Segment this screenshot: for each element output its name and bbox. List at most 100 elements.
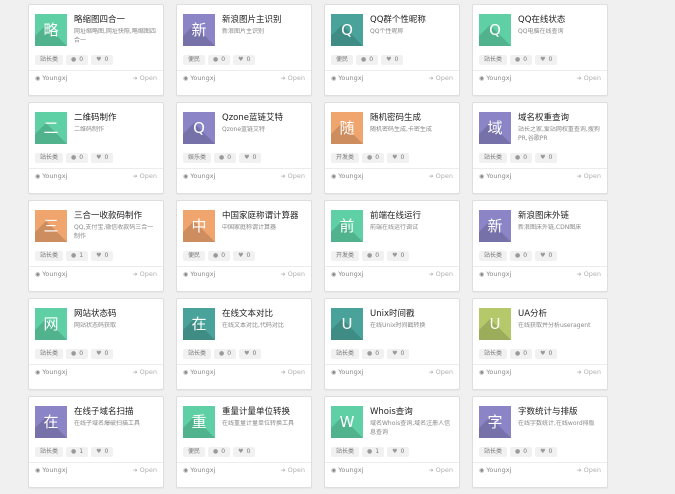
category-tag[interactable]: 站长类 bbox=[35, 55, 64, 65]
category-tag[interactable]: 便民 bbox=[183, 251, 206, 261]
open-button[interactable]: ➜ Open bbox=[133, 368, 157, 376]
tool-card[interactable]: U Unix时间戳 在线Unix时间戳转换 站长类 ● 0 ♥ 0 ◉ Youngxj… bbox=[324, 298, 460, 390]
tool-title[interactable]: 略缩图四合一 bbox=[74, 13, 159, 25]
tool-card[interactable]: 网 网站状态码 网站状态码获取 站长类 ● 0 ♥ 0 ◉ Youngxj ➜ Open bbox=[28, 298, 164, 390]
open-button[interactable]: ➜ Open bbox=[577, 172, 601, 180]
likes-count[interactable]: ♥ 0 bbox=[239, 349, 262, 359]
likes-count[interactable]: ♥ 0 bbox=[387, 447, 410, 457]
likes-count[interactable]: ♥ 0 bbox=[91, 153, 114, 163]
tool-card[interactable]: 在 在线子域名扫描 在线子域名爆破扫描工具 站长类 ● 1 ♥ 0 ◉ Youngxj… bbox=[28, 396, 164, 488]
tool-title[interactable]: UA分析 bbox=[518, 307, 603, 319]
tool-title[interactable]: 重量计量单位转换 bbox=[222, 405, 307, 417]
open-button[interactable]: ➜ Open bbox=[281, 270, 305, 278]
tool-card[interactable]: 新 新浪图床外链 新浪图床外链,CDN图床 站长类 ● 0 ♥ 0 ◉ Youngxj… bbox=[472, 200, 608, 292]
tool-title[interactable]: 在线子域名扫描 bbox=[74, 405, 159, 417]
likes-count[interactable]: ♥ 0 bbox=[233, 55, 256, 65]
category-tag[interactable]: 娱乐类 bbox=[183, 153, 212, 163]
category-tag[interactable]: 站长类 bbox=[479, 251, 508, 261]
tool-card[interactable]: 重 重量计量单位转换 在线重量计量单位转换工具 便民 ● 0 ♥ 0 ◉ Youngx… bbox=[176, 396, 312, 488]
tool-title[interactable]: 前端在线运行 bbox=[370, 209, 455, 221]
likes-count[interactable]: ♥ 0 bbox=[387, 251, 410, 261]
category-tag[interactable]: 站长类 bbox=[35, 153, 64, 163]
tool-title[interactable]: 网站状态码 bbox=[74, 307, 159, 319]
tool-title[interactable]: 字数统计与排版 bbox=[518, 405, 603, 417]
open-button[interactable]: ➜ Open bbox=[281, 466, 305, 474]
category-tag[interactable]: 站长类 bbox=[479, 447, 508, 457]
open-button[interactable]: ➜ Open bbox=[281, 74, 305, 82]
open-button[interactable]: ➜ Open bbox=[429, 270, 453, 278]
tool-title[interactable]: 在线文本对比 bbox=[222, 307, 307, 319]
category-tag[interactable]: 便民 bbox=[331, 55, 354, 65]
category-tag[interactable]: 站长类 bbox=[331, 447, 360, 457]
tool-card[interactable]: 略 略缩图四合一 网址缩略图,网址快照,略缩图四合一 站长类 ● 0 ♥ 0 ◉ Yo… bbox=[28, 4, 164, 96]
tool-card[interactable]: Q QQ群个性昵称 QQ个性昵称 便民 ● 0 ♥ 0 ◉ Youngxj ➜ Open bbox=[324, 4, 460, 96]
open-button[interactable]: ➜ Open bbox=[133, 466, 157, 474]
tool-title[interactable]: 二维码制作 bbox=[74, 111, 159, 123]
open-button[interactable]: ➜ Open bbox=[577, 466, 601, 474]
tool-title[interactable]: QQ群个性昵称 bbox=[370, 13, 455, 25]
tool-title[interactable]: 新浪图片主识别 bbox=[222, 13, 307, 25]
tool-title[interactable]: QQ在线状态 bbox=[518, 13, 603, 25]
category-tag[interactable]: 便民 bbox=[183, 55, 206, 65]
tool-card[interactable]: 域 域名权重查询 站长之家,爱站网权重查询,搜狗PR,谷歌PR 站长类 ● 0 ♥… bbox=[472, 102, 608, 194]
open-button[interactable]: ➜ Open bbox=[429, 172, 453, 180]
category-tag[interactable]: 站长类 bbox=[479, 153, 508, 163]
likes-count[interactable]: ♥ 0 bbox=[387, 153, 410, 163]
tool-title[interactable]: 域名权重查询 bbox=[518, 111, 603, 123]
likes-count[interactable]: ♥ 0 bbox=[91, 447, 114, 457]
category-tag[interactable]: 开发类 bbox=[331, 153, 360, 163]
likes-count[interactable]: ♥ 0 bbox=[233, 447, 256, 457]
category-tag[interactable]: 站长类 bbox=[479, 349, 508, 359]
tool-title[interactable]: Unix时间戳 bbox=[370, 307, 455, 319]
likes-count[interactable]: ♥ 0 bbox=[387, 349, 410, 359]
category-tag[interactable]: 站长类 bbox=[35, 251, 64, 261]
tool-title[interactable]: 随机密码生成 bbox=[370, 111, 455, 123]
open-button[interactable]: ➜ Open bbox=[281, 368, 305, 376]
tool-title[interactable]: Qzone蓝链艾特 bbox=[222, 111, 307, 123]
tool-card[interactable]: W Whois查询 域名Whois查询,域名注册人信息查询 站长类 ● 1 ♥ 0 … bbox=[324, 396, 460, 488]
likes-count[interactable]: ♥ 0 bbox=[535, 153, 558, 163]
likes-count[interactable]: ♥ 0 bbox=[535, 349, 558, 359]
open-button[interactable]: ➜ Open bbox=[133, 172, 157, 180]
likes-count[interactable]: ♥ 0 bbox=[535, 251, 558, 261]
tool-card[interactable]: 在 在线文本对比 在线文本对比,代码对比 站长类 ● 0 ♥ 0 ◉ Youngxj … bbox=[176, 298, 312, 390]
category-tag[interactable]: 站长类 bbox=[479, 55, 508, 65]
tool-card[interactable]: U UA分析 在线获取并分析useragent 站长类 ● 0 ♥ 0 ◉ Young… bbox=[472, 298, 608, 390]
tool-title[interactable]: 中国家庭称谓计算器 bbox=[222, 209, 307, 221]
category-tag[interactable]: 站长类 bbox=[35, 447, 64, 457]
likes-count[interactable]: ♥ 0 bbox=[535, 447, 558, 457]
tool-card[interactable]: 三 三合一收款码制作 QQ,支付宝,微信收款码三合一制作 站长类 ● 1 ♥ 0 ◉… bbox=[28, 200, 164, 292]
category-tag[interactable]: 站长类 bbox=[331, 349, 360, 359]
likes-count[interactable]: ♥ 0 bbox=[91, 349, 114, 359]
open-button[interactable]: ➜ Open bbox=[281, 172, 305, 180]
open-button[interactable]: ➜ Open bbox=[429, 368, 453, 376]
likes-count[interactable]: ♥ 0 bbox=[91, 55, 114, 65]
likes-count[interactable]: ♥ 0 bbox=[535, 55, 558, 65]
likes-count[interactable]: ♥ 0 bbox=[91, 251, 114, 261]
tool-card[interactable]: 随 随机密码生成 随机密码生成,卡密生成 开发类 ● 0 ♥ 0 ◉ Youngxj … bbox=[324, 102, 460, 194]
category-tag[interactable]: 开发类 bbox=[331, 251, 360, 261]
open-button[interactable]: ➜ Open bbox=[577, 74, 601, 82]
likes-count[interactable]: ♥ 0 bbox=[239, 153, 262, 163]
tool-title[interactable]: 新浪图床外链 bbox=[518, 209, 603, 221]
open-button[interactable]: ➜ Open bbox=[429, 466, 453, 474]
tool-title[interactable]: 三合一收款码制作 bbox=[74, 209, 159, 221]
tool-card[interactable]: Q Qzone蓝链艾特 Qzone蓝链艾特 娱乐类 ● 0 ♥ 0 ◉ Youngxj… bbox=[176, 102, 312, 194]
category-tag[interactable]: 便民 bbox=[183, 447, 206, 457]
open-button[interactable]: ➜ Open bbox=[577, 368, 601, 376]
open-button[interactable]: ➜ Open bbox=[133, 270, 157, 278]
open-button[interactable]: ➜ Open bbox=[133, 74, 157, 82]
tool-card[interactable]: 前 前端在线运行 前端在线运行调试 开发类 ● 0 ♥ 0 ◉ Youngxj ➜ Op… bbox=[324, 200, 460, 292]
tool-card[interactable]: 新 新浪图片主识别 新浪图片主识别 便民 ● 0 ♥ 0 ◉ Youngxj ➜ Ope… bbox=[176, 4, 312, 96]
tool-title[interactable]: Whois查询 bbox=[370, 405, 455, 417]
likes-count[interactable]: ♥ 0 bbox=[381, 55, 404, 65]
tool-card[interactable]: Q QQ在线状态 QQ电脑在线查询 站长类 ● 0 ♥ 0 ◉ Youngxj ➜ Op… bbox=[472, 4, 608, 96]
tool-card[interactable]: 字 字数统计与排版 在线字数统计,在线word排版 站长类 ● 0 ♥ 0 ◉ You… bbox=[472, 396, 608, 488]
open-button[interactable]: ➜ Open bbox=[577, 270, 601, 278]
category-tag[interactable]: 站长类 bbox=[35, 349, 64, 359]
tool-card[interactable]: 中 中国家庭称谓计算器 中国家庭称谓计算器 便民 ● 0 ♥ 0 ◉ Youngxj … bbox=[176, 200, 312, 292]
open-button[interactable]: ➜ Open bbox=[429, 74, 453, 82]
tool-card[interactable]: 二 二维码制作 二维码制作 站长类 ● 0 ♥ 0 ◉ Youngxj ➜ Open bbox=[28, 102, 164, 194]
category-tag[interactable]: 站长类 bbox=[183, 349, 212, 359]
likes-count[interactable]: ♥ 0 bbox=[233, 251, 256, 261]
